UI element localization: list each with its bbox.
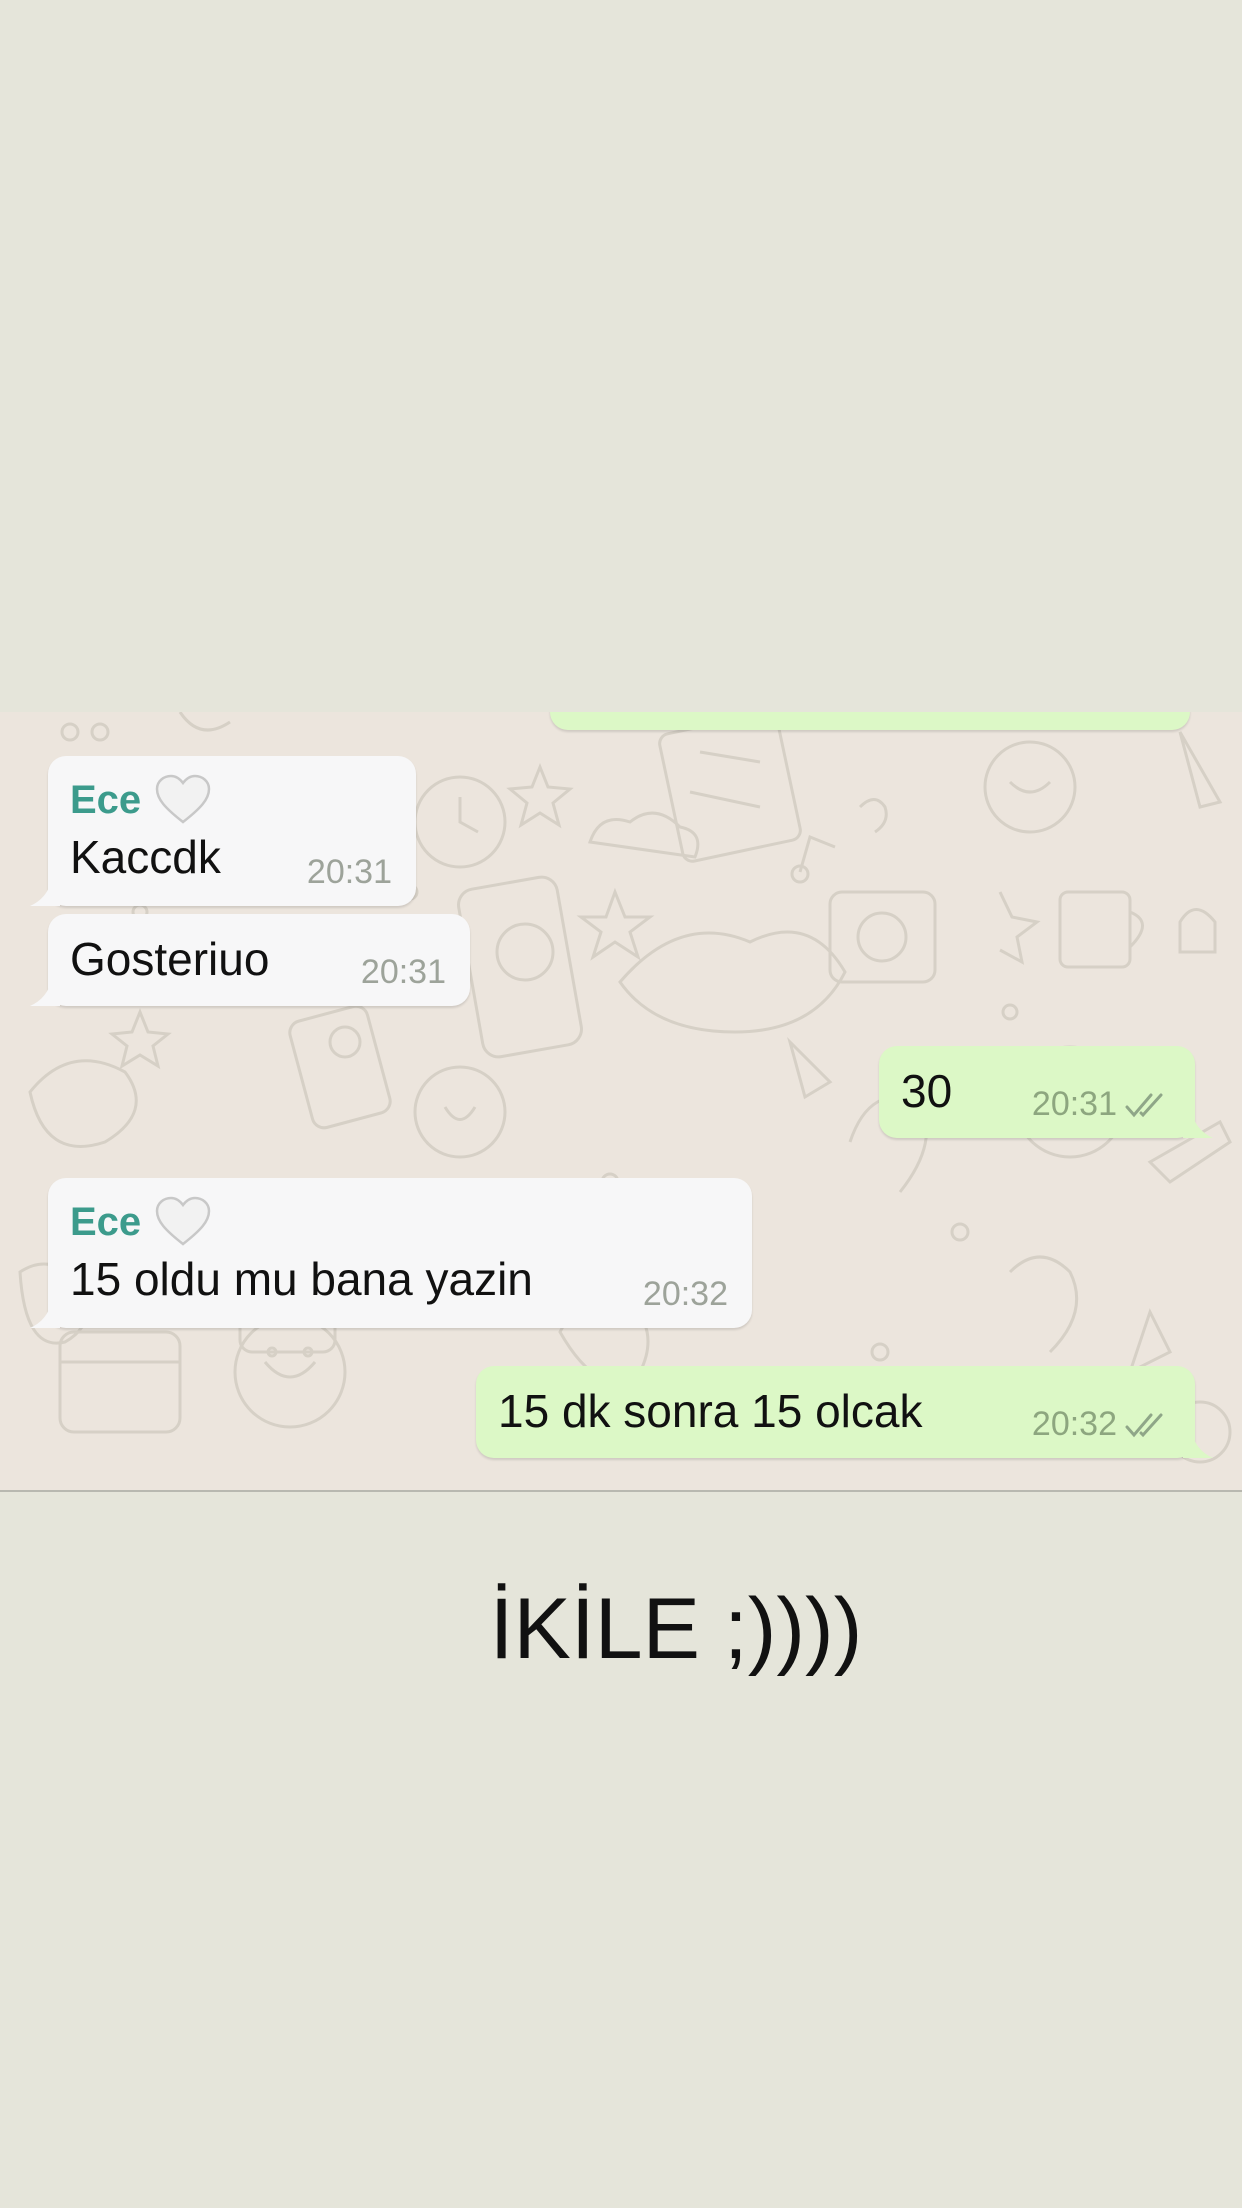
incoming-message[interactable]: Ece Kaccdk 20:31 (30, 756, 416, 906)
chat-screenshot: Ece Kaccdk 20:31 Gosteriuo 20:31 30 20:3… (0, 712, 1242, 1492)
message-text: 15 oldu mu bana yazin (70, 1253, 533, 1305)
message-time: 20:32 (642, 1275, 728, 1313)
double-check-icon (1125, 1093, 1163, 1117)
message-time: 20:32 (1032, 1405, 1171, 1444)
message-text: 30 (901, 1065, 953, 1117)
sender-name: Ece (70, 1196, 211, 1248)
sender-name: Ece (70, 774, 211, 826)
incoming-message[interactable]: Ece 15 oldu mu bana yazin 20:32 (30, 1178, 752, 1328)
outgoing-message[interactable]: 15 dk sonra 15 olcak 20:32 (476, 1366, 1213, 1458)
message-time: 20:31 (1032, 1085, 1171, 1124)
bubble-tail (30, 878, 60, 906)
white-heart-icon (155, 774, 211, 824)
incoming-message[interactable]: Gosteriuo 20:31 (30, 914, 470, 1006)
white-heart-icon (155, 1196, 211, 1246)
message-text: 15 dk sonra 15 olcak (498, 1385, 923, 1437)
bubble-tail (30, 978, 60, 1006)
message-time: 20:31 (360, 953, 446, 991)
bubble-tail (30, 1300, 60, 1328)
outgoing-message[interactable]: 30 20:31 (879, 1046, 1213, 1138)
double-check-icon (1125, 1413, 1163, 1437)
previous-outgoing-bubble-edge (550, 712, 1190, 730)
story-caption: İKİLE ;)))) (489, 1581, 863, 1677)
bubble-tail (1183, 1430, 1213, 1458)
message-text: Kaccdk (70, 831, 221, 883)
bubble-tail (1183, 1110, 1213, 1138)
message-time: 20:31 (306, 853, 392, 891)
message-text: Gosteriuo (70, 933, 270, 985)
